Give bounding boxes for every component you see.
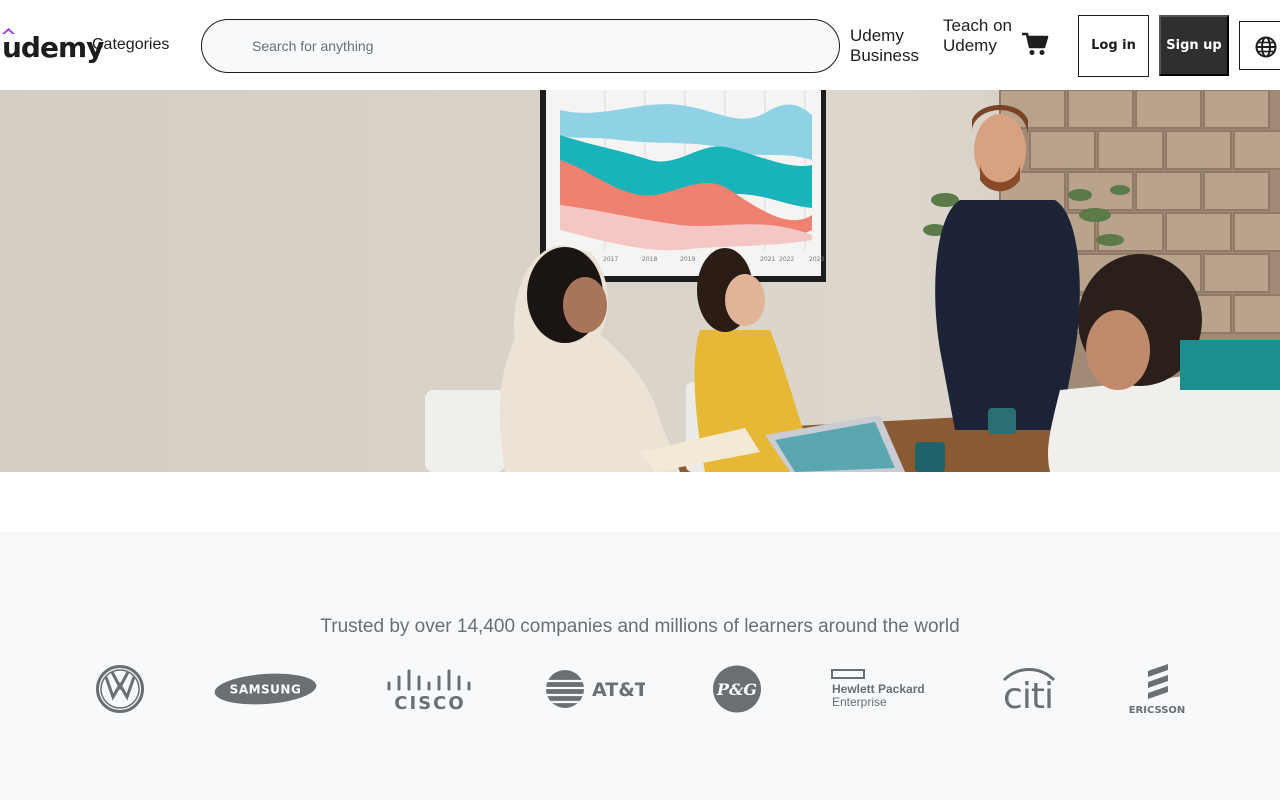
samsung-logo-text: SAMSUNG	[230, 683, 302, 697]
att-logo: AT&T	[546, 670, 645, 708]
svg-text:2023: 2023	[809, 256, 824, 263]
hpe-logo-text-line1: Hewlett Packard	[832, 682, 925, 696]
pg-logo: P&G	[713, 665, 761, 713]
udemy-logo-text: udemy	[2, 31, 104, 64]
hpe-logo-text-line2: Enterprise	[832, 695, 887, 709]
search-bar[interactable]	[201, 19, 840, 73]
cart-icon[interactable]	[1021, 31, 1049, 57]
people-in-meeting-photo: 201720182019 2020202120222023	[0, 90, 1280, 472]
trusted-by-section: Trusted by over 14,400 companies and mil…	[0, 532, 1280, 800]
hpe-logo: Hewlett Packard Enterprise	[831, 669, 925, 709]
header: udemy Categories Udemy Business Teach on…	[0, 0, 1280, 90]
svg-text:2018: 2018	[642, 256, 657, 263]
language-button[interactable]	[1239, 21, 1280, 70]
cisco-logo-text: CISCO	[394, 693, 465, 711]
ericsson-logo: ERICSSON	[1129, 664, 1186, 715]
ericsson-logo-text: ERICSSON	[1129, 705, 1186, 715]
udemy-logo[interactable]: udemy	[2, 22, 104, 66]
trusted-by-text: Trusted by over 14,400 companies and mil…	[320, 616, 960, 637]
categories-link[interactable]: Categories	[92, 36, 169, 54]
citi-logo-text: citi	[1003, 676, 1053, 712]
hero-banner: 201720182019 2020202120222023	[0, 90, 1280, 472]
udemy-logo-hat-icon	[2, 28, 15, 34]
pg-logo-text: P&G	[716, 680, 757, 699]
svg-text:2021: 2021	[760, 256, 775, 263]
volkswagen-logo	[96, 665, 144, 713]
signup-button[interactable]: Sign up	[1159, 15, 1229, 76]
login-button[interactable]: Log in	[1078, 15, 1149, 77]
citi-logo: citi	[1002, 668, 1056, 712]
samsung-logo: SAMSUNG	[214, 673, 317, 705]
svg-text:2017: 2017	[603, 256, 618, 263]
cisco-logo: CISCO	[387, 669, 471, 711]
att-logo-text: AT&T	[592, 679, 645, 701]
svg-text:2019: 2019	[680, 256, 695, 263]
teach-on-udemy-link[interactable]: Teach on Udemy	[943, 16, 1013, 56]
udemy-business-link[interactable]: Udemy Business	[850, 26, 930, 66]
globe-icon	[1255, 36, 1277, 58]
search-input[interactable]	[252, 20, 812, 72]
svg-text:2022: 2022	[779, 256, 794, 263]
